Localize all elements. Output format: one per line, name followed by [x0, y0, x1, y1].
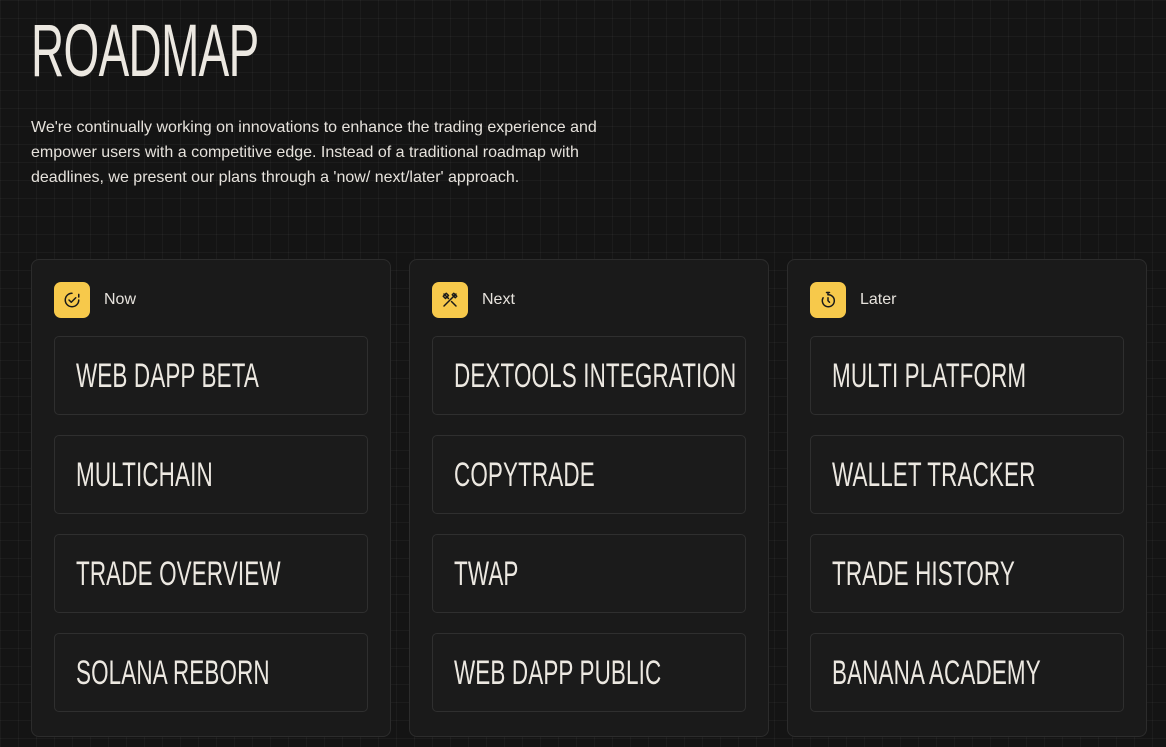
- roadmap-item: TWAP: [432, 534, 746, 613]
- roadmap-item-label: COPYTRADE: [454, 455, 595, 494]
- roadmap-item-label: TRADE HISTORY: [832, 554, 1015, 593]
- column-header-next: Next: [432, 282, 746, 318]
- roadmap-item: MULTICHAIN: [54, 435, 368, 514]
- column-label-later: Later: [860, 291, 897, 308]
- page-title: ROADMAP: [31, 9, 259, 92]
- roadmap-item: BANANA ACADEMY: [810, 633, 1124, 712]
- roadmap-item: COPYTRADE: [432, 435, 746, 514]
- column-label-next: Next: [482, 291, 515, 308]
- roadmap-item-label: WALLET TRACKER: [832, 455, 1036, 494]
- roadmap-item: TRADE HISTORY: [810, 534, 1124, 613]
- intro-paragraph: We're continually working on innovations…: [31, 119, 597, 186]
- roadmap-item: DEXTOOLS INTEGRATION: [432, 336, 746, 415]
- roadmap-column-later: Later MULTI PLATFORM WALLET TRACKER TRAD…: [787, 259, 1147, 737]
- roadmap-item: WEB DAPP PUBLIC: [432, 633, 746, 712]
- roadmap-item: WALLET TRACKER: [810, 435, 1124, 514]
- roadmap-item: TRADE OVERVIEW: [54, 534, 368, 613]
- roadmap-column-now: Now WEB DAPP BETA MULTICHAIN TRADE OVERV…: [31, 259, 391, 737]
- roadmap-item-label: MULTI PLATFORM: [832, 356, 1027, 395]
- roadmap-item: WEB DAPP BETA: [54, 336, 368, 415]
- column-label-now: Now: [104, 291, 137, 308]
- roadmap-item-label: WEB DAPP PUBLIC: [454, 653, 662, 692]
- roadmap-item-label: WEB DAPP BETA: [76, 356, 259, 395]
- column-header-now: Now: [54, 282, 368, 318]
- roadmap-item-label: TWAP: [454, 554, 519, 593]
- roadmap-columns: Now WEB DAPP BETA MULTICHAIN TRADE OVERV…: [31, 259, 1147, 737]
- column-header-later: Later: [810, 282, 1124, 318]
- roadmap-item: SOLANA REBORN: [54, 633, 368, 712]
- roadmap-item-label: SOLANA REBORN: [76, 653, 270, 692]
- roadmap-item: MULTI PLATFORM: [810, 336, 1124, 415]
- check-circle-icon: [54, 282, 90, 318]
- roadmap-item-label: MULTICHAIN: [76, 455, 213, 494]
- roadmap-item-label: BANANA ACADEMY: [832, 653, 1041, 692]
- roadmap-item-label: TRADE OVERVIEW: [76, 554, 281, 593]
- roadmap-item-label: DEXTOOLS INTEGRATION: [454, 356, 737, 395]
- roadmap-column-next: Next DEXTOOLS INTEGRATION COPYTRADE TWAP…: [409, 259, 769, 737]
- timer-icon: [810, 282, 846, 318]
- tools-icon: [432, 282, 468, 318]
